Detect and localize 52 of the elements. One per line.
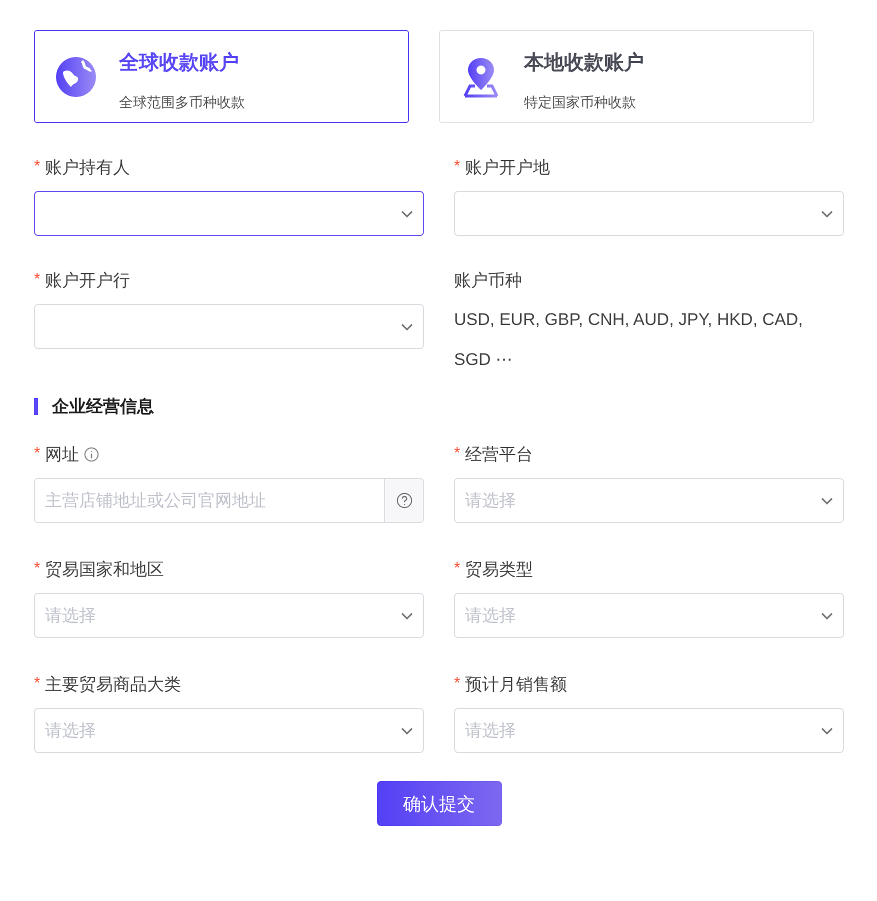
chevron-down-icon (821, 612, 833, 620)
chevron-down-icon (401, 726, 413, 734)
field-label: 预计月销售额 (465, 674, 568, 696)
field-label: 网址 (45, 444, 80, 466)
chevron-down-icon (401, 210, 413, 218)
placeholder-text: 请选择 (45, 605, 96, 627)
help-icon[interactable] (396, 492, 412, 509)
currency-list: USD, EUR, GBP, CNH, AUD, JPY, HKD, CAD, SGD ⋯ (454, 300, 844, 380)
required-mark: * (454, 560, 460, 578)
chevron-down-icon (821, 210, 833, 218)
chevron-down-icon (401, 612, 413, 620)
field-label: 经营平台 (465, 444, 534, 466)
chevron-down-icon (821, 496, 833, 504)
card-title: 本地收款账户 (524, 50, 644, 76)
select-field[interactable]: 请选择 (454, 478, 844, 523)
chevron-down-icon (821, 726, 833, 734)
placeholder-text: 请选择 (465, 605, 516, 627)
section-title: 企业经营信息 (52, 396, 154, 418)
required-mark: * (34, 158, 40, 176)
field-label: 贸易类型 (465, 558, 534, 580)
select-field[interactable]: 请选择 (454, 593, 844, 638)
field-label: 贸易国家和地区 (45, 558, 164, 580)
required-mark: * (34, 445, 40, 463)
select-field[interactable] (34, 191, 424, 236)
field-label: 账户持有人 (45, 156, 130, 178)
required-mark: * (34, 560, 40, 578)
select-field[interactable]: 请选择 (454, 708, 844, 753)
required-mark: * (454, 158, 460, 176)
globe-icon (55, 56, 97, 98)
placeholder-text: 请选择 (45, 720, 96, 742)
info-icon (84, 446, 100, 462)
chevron-down-icon (401, 322, 413, 330)
card-subtitle: 全球范围多币种收款 (119, 94, 245, 112)
placeholder-text: 请选择 (465, 490, 516, 512)
select-field[interactable]: 请选择 (34, 708, 424, 753)
required-mark: * (454, 445, 460, 463)
card-title: 全球收款账户 (119, 50, 240, 76)
submit-button[interactable]: 确认提交 (376, 781, 502, 826)
required-mark: * (34, 271, 40, 289)
select-field[interactable]: 请选择 (34, 593, 424, 638)
field-label: 账户开户行 (45, 270, 130, 292)
field-label: 账户币种 (454, 270, 522, 292)
placeholder-text: 请选择 (465, 720, 516, 742)
field-label: 账户开户地 (465, 156, 550, 178)
account-type-card[interactable]: 本地收款账户 特定国家币种收款 (439, 30, 814, 123)
url-input-field[interactable]: 主营店铺地址或公司官网地址 (34, 478, 424, 523)
account-type-card[interactable]: 全球收款账户 全球范围多币种收款 (34, 30, 409, 123)
card-subtitle: 特定国家币种收款 (524, 94, 637, 112)
section-marker (34, 398, 38, 415)
required-mark: * (34, 675, 40, 693)
field-label: 主要贸易商品大类 (45, 674, 182, 696)
required-mark: * (454, 675, 460, 693)
